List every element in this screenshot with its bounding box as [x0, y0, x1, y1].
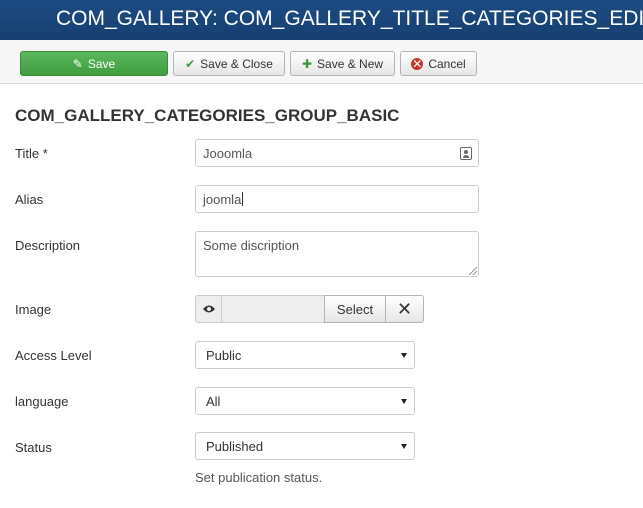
status-help-text: Set publication status. — [195, 470, 323, 485]
status-select[interactable]: Published — [195, 432, 415, 460]
save-close-button-label: Save & Close — [200, 56, 273, 71]
image-path-field — [221, 295, 325, 323]
language-label: language — [15, 394, 69, 409]
alias-label: Alias — [15, 192, 44, 207]
image-media-field: Select ✕ — [195, 295, 424, 323]
image-label: Image — [15, 302, 52, 317]
image-select-button[interactable]: Select — [324, 295, 386, 323]
status-value: Published — [206, 438, 264, 454]
plus-icon: ✚ — [301, 56, 313, 71]
resize-handle[interactable] — [469, 267, 477, 275]
save-new-button-label: Save & New — [317, 56, 384, 71]
edit-icon: ✎ — [72, 56, 83, 71]
alias-input-value: joomla — [203, 191, 242, 207]
eye-icon[interactable] — [195, 295, 222, 323]
chevron-down-icon — [401, 353, 407, 358]
chevron-down-icon — [401, 399, 407, 404]
page-header: COM_GALLERY: COM_GALLERY_TITLE_CATEGORIE… — [0, 0, 643, 40]
language-value: All — [206, 393, 221, 409]
language-select[interactable]: All — [195, 387, 415, 415]
save-button[interactable]: ✎ Save — [20, 51, 168, 76]
page-title: COM_GALLERY: COM_GALLERY_TITLE_CATEGORIE… — [56, 7, 643, 30]
save-new-button[interactable]: ✚ Save & New — [290, 51, 395, 76]
title-input-value: Jooomla — [203, 145, 253, 161]
access-level-value: Public — [206, 347, 242, 363]
access-level-label: Access Level — [15, 348, 92, 363]
close-icon[interactable]: ✕ — [385, 295, 424, 323]
title-input[interactable]: Jooomla — [195, 139, 479, 167]
cancel-circle-icon: ✕ — [411, 56, 424, 71]
cancel-button[interactable]: ✕ Cancel — [400, 51, 477, 76]
description-textarea[interactable]: Some discription — [195, 231, 479, 277]
toolbar: ✎ Save ✔ Save & Close ✚ Save & New ✕ Can… — [0, 40, 643, 84]
title-label: Title * — [15, 146, 48, 161]
chevron-down-icon — [401, 444, 407, 449]
contact-card-icon — [460, 147, 472, 160]
save-button-label: Save — [87, 56, 116, 71]
section-title: COM_GALLERY_CATEGORIES_GROUP_BASIC — [15, 106, 400, 125]
status-label: Status — [15, 440, 52, 455]
description-label: Description — [15, 238, 81, 253]
check-icon: ✔ — [185, 56, 196, 71]
text-cursor — [242, 192, 244, 206]
cancel-button-label: Cancel — [428, 56, 466, 71]
description-textarea-value: Some discription — [203, 238, 300, 253]
access-level-select[interactable]: Public — [195, 341, 415, 369]
save-close-button[interactable]: ✔ Save & Close — [173, 51, 285, 76]
alias-input[interactable]: joomla — [195, 185, 479, 213]
